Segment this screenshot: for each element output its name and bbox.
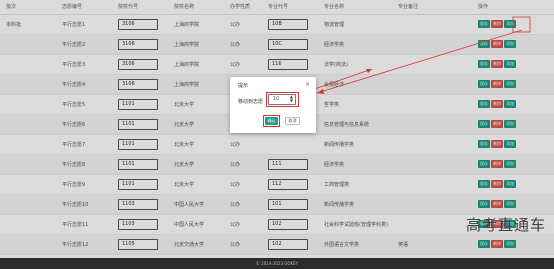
page-footer: © 2014-2023 GOKEY <box>0 258 554 269</box>
confirm-button[interactable]: 确认 <box>265 117 278 125</box>
move-volunteer-dialog: 提示 × 移动到志愿 10 ▲ ▼ 确认 取消 <box>230 77 316 133</box>
stepper-arrows-icon[interactable]: ▲ ▼ <box>290 95 293 103</box>
volunteer-number-stepper[interactable]: 10 ▲ ▼ <box>268 94 296 105</box>
watermark: 高考直通车 <box>465 216 546 234</box>
close-icon[interactable]: × <box>305 81 310 88</box>
cancel-button[interactable]: 取消 <box>285 117 300 125</box>
dialog-title: 提示 <box>238 83 249 89</box>
move-to-label: 移动到志愿 <box>238 99 264 105</box>
stepper-value: 10 <box>273 96 280 102</box>
